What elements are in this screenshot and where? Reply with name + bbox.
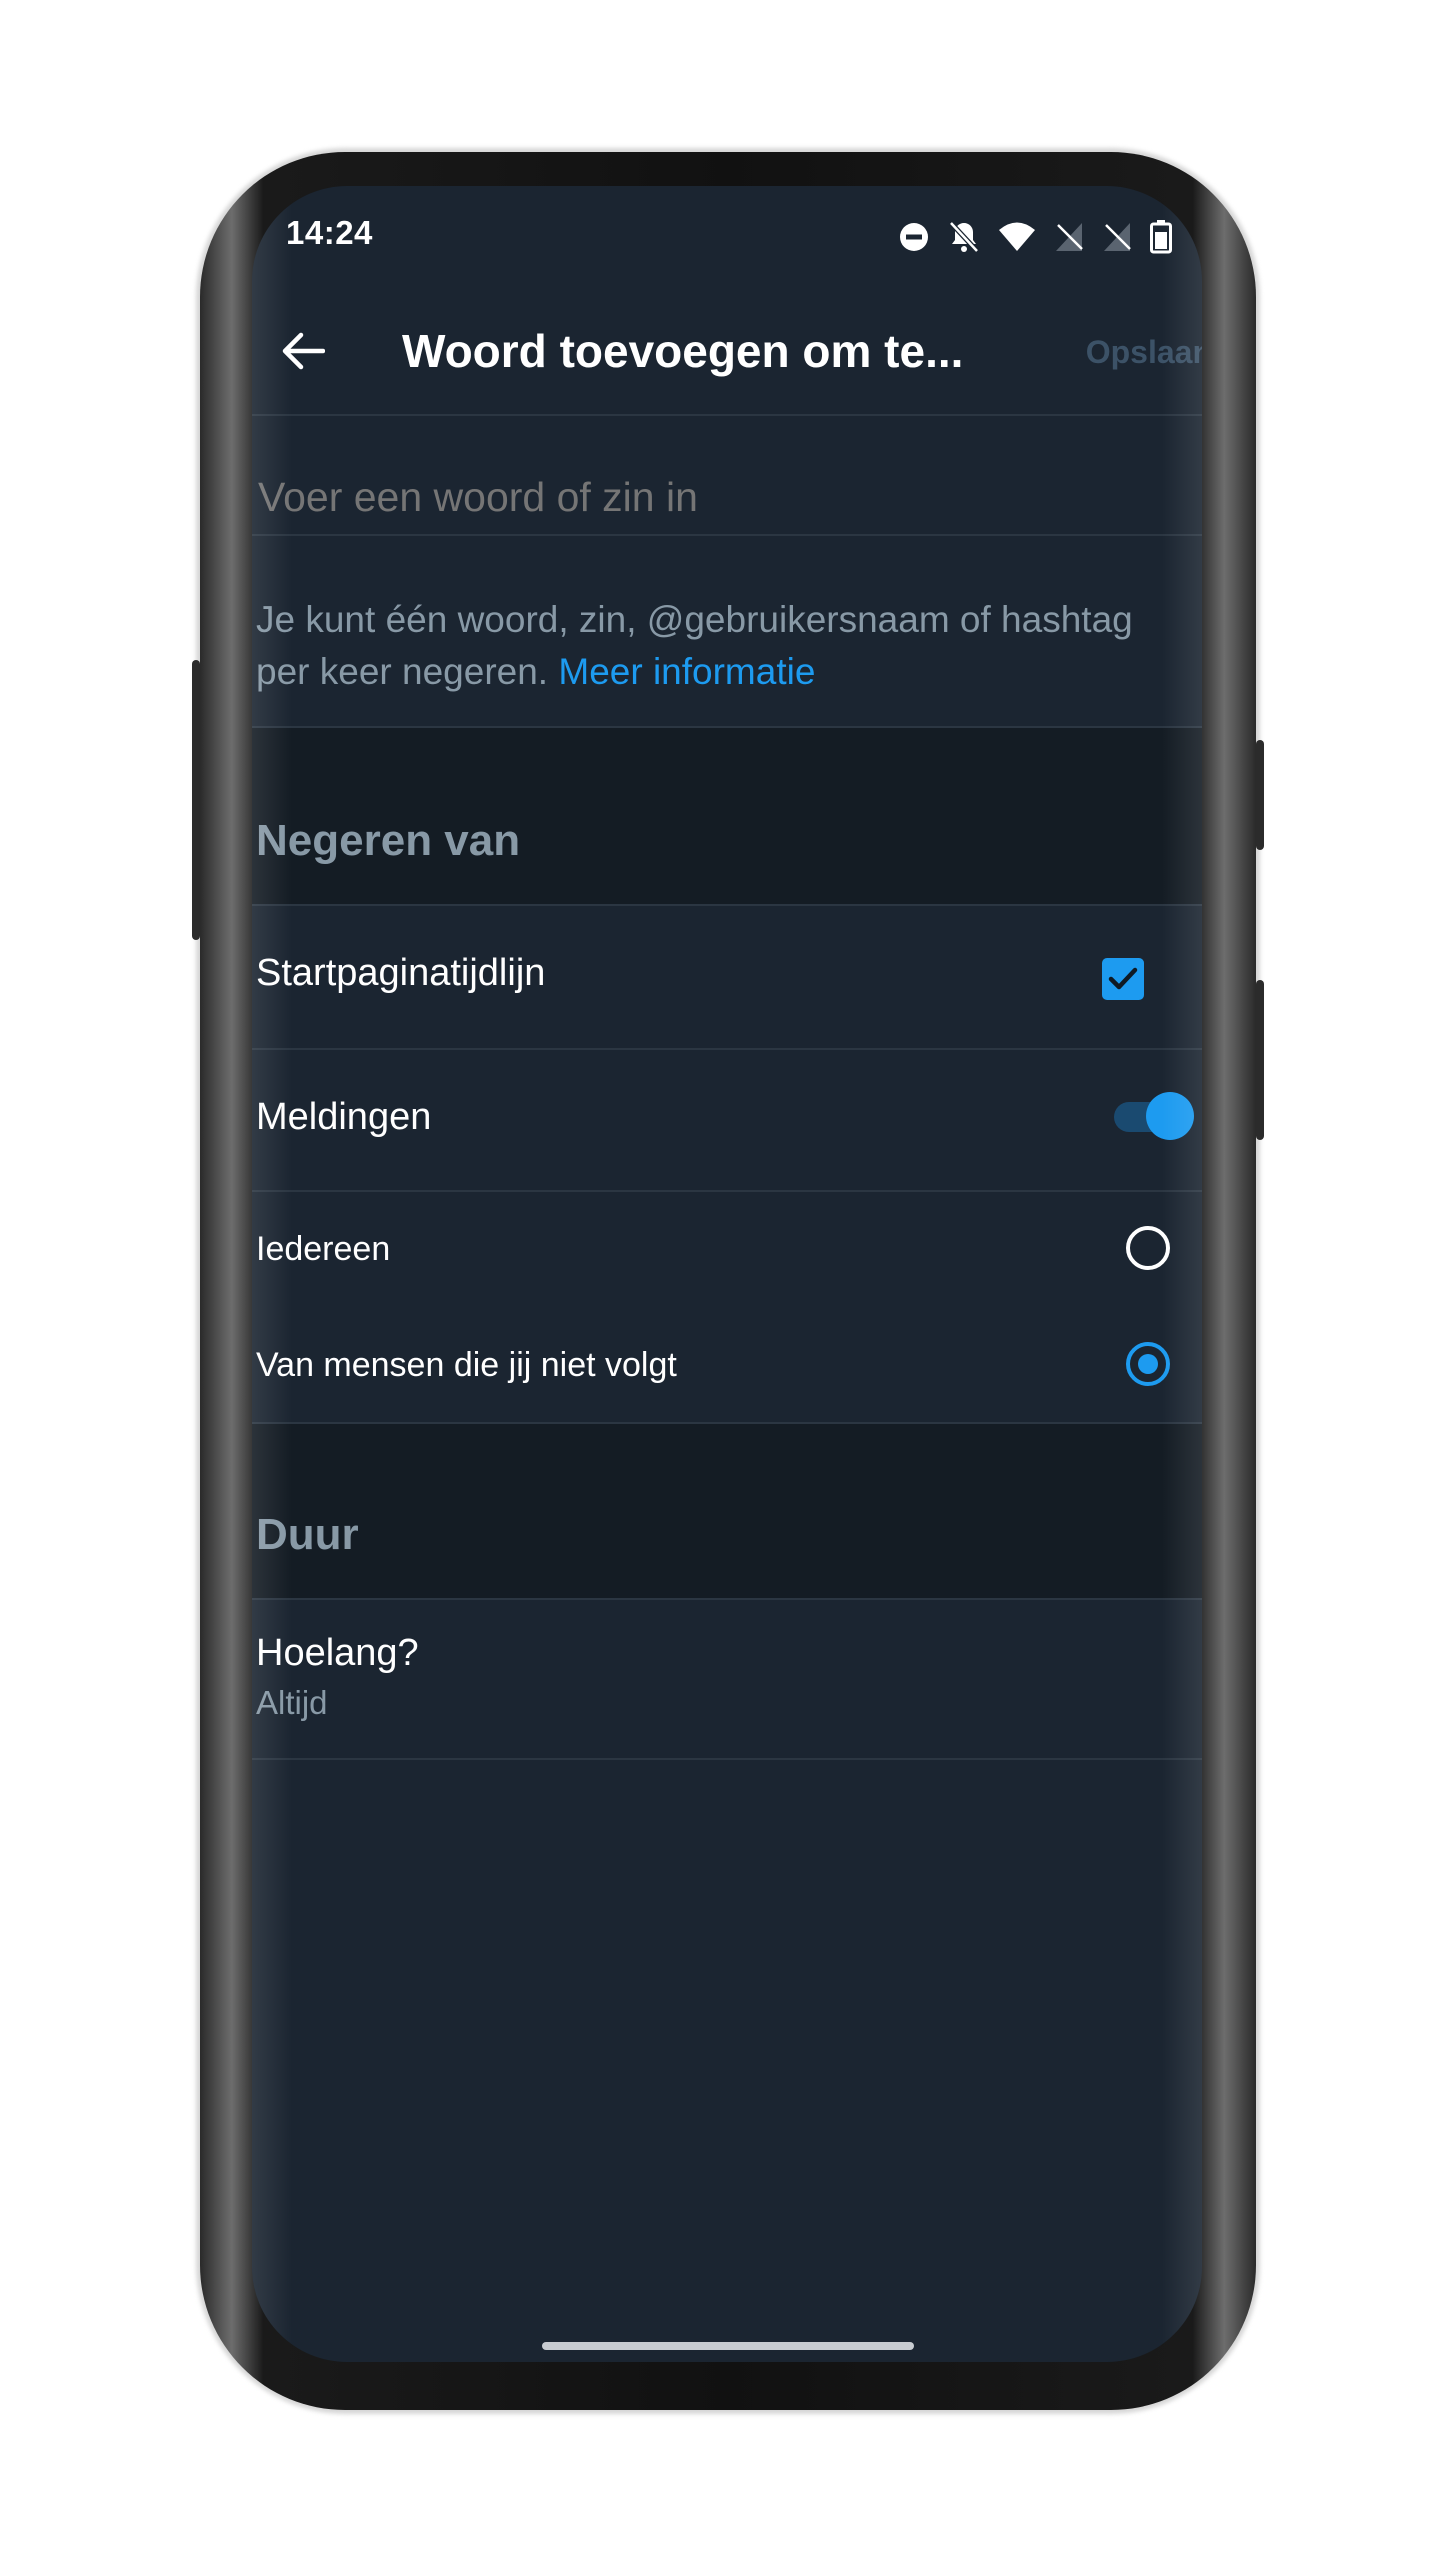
phone-side-button-right-upper (1256, 740, 1264, 850)
divider (252, 1598, 1202, 1600)
option-label: Iedereen (256, 1230, 391, 1268)
checkmark-icon (1108, 967, 1138, 990)
divider (252, 534, 1202, 536)
status-time: 14:24 (286, 214, 373, 251)
back-button[interactable] (268, 316, 338, 386)
not-following-radio[interactable] (1126, 1342, 1170, 1386)
save-button[interactable]: Opslaan (1086, 334, 1202, 371)
section-header-duration: Duur (252, 1424, 1202, 1598)
section-title: Duur (256, 1510, 359, 1559)
duration-label: Hoelang? (256, 1632, 419, 1674)
divider (252, 1190, 1202, 1192)
home-timeline-checkbox[interactable] (1102, 958, 1144, 1000)
home-indicator[interactable] (542, 2342, 914, 2350)
dnd-icon (900, 223, 928, 251)
notifications-toggle[interactable] (1114, 1092, 1194, 1140)
wifi-icon (999, 222, 1035, 251)
divider (252, 414, 1202, 416)
bell-off-icon (949, 221, 979, 253)
notifications-label: Meldingen (256, 1096, 432, 1138)
home-timeline-label: Startpaginatijdlijn (256, 952, 546, 994)
duration-value: Altijd (256, 1684, 328, 1721)
option-label: Van mensen die jij niet volgt (256, 1346, 677, 1384)
phone-screen: 14:24 Woord toevoegen om te... Opslaan V… (252, 186, 1202, 2362)
divider (252, 1758, 1202, 1760)
status-bar: 14:24 (252, 186, 1202, 276)
help-text: Je kunt één woord, zin, @gebruikersnaam … (256, 594, 1196, 698)
divider (252, 904, 1202, 906)
section-title: Negeren van (256, 816, 521, 865)
page-title: Woord toevoegen om te... (402, 325, 964, 377)
screen-edge-right (1162, 186, 1202, 2362)
status-icons (898, 220, 1172, 254)
toggle-thumb (1146, 1092, 1194, 1140)
phone-side-button-right-lower (1256, 980, 1264, 1140)
phone-side-button-left (192, 660, 200, 940)
section-header-mute-from: Negeren van (252, 728, 1202, 904)
app-bar: Woord toevoegen om te... Opslaan (252, 296, 1202, 406)
everyone-radio[interactable] (1126, 1226, 1170, 1270)
divider (252, 1048, 1202, 1050)
more-info-link[interactable]: Meer informatie (558, 651, 815, 692)
arrow-left-icon (282, 332, 325, 370)
mute-word-input[interactable] (256, 466, 1160, 528)
no-signal-icon (1056, 223, 1083, 251)
battery-icon (1150, 220, 1172, 254)
no-signal-icon (1104, 223, 1131, 251)
